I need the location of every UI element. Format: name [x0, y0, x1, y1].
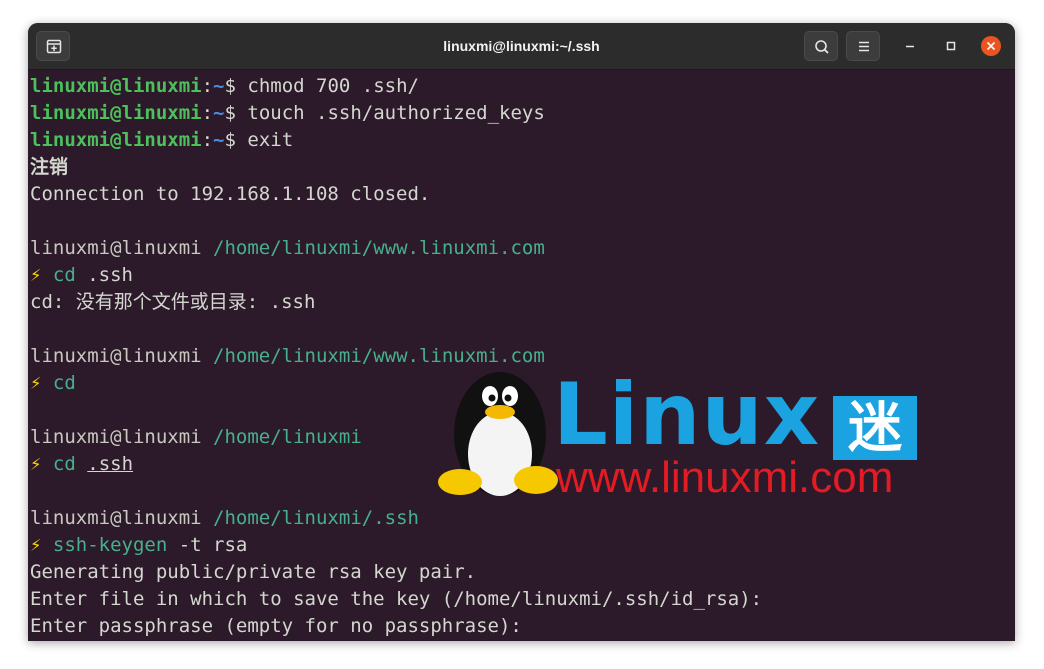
prompt-user: linuxmi@linuxmi: [30, 129, 202, 151]
bolt-icon: ⚡: [30, 534, 42, 556]
terminal-line: linuxmi@linuxmi /home/linuxmi/.ssh: [30, 505, 419, 532]
output-line: Enter file in which to save the key (/ho…: [30, 588, 763, 610]
zsh-path: /home/linuxmi/www.linuxmi.com: [213, 237, 545, 259]
command-arg: -t rsa: [167, 534, 248, 556]
logo-url-text: www.linuxmi.com: [556, 453, 894, 502]
menu-button[interactable]: [846, 31, 880, 61]
prompt-user: linuxmi@linuxmi: [30, 75, 202, 97]
prompt-colon: :: [201, 75, 214, 97]
terminal-line: ⚡ cd .ssh: [30, 451, 133, 478]
output-line: 注销: [30, 156, 69, 178]
prompt-path: ~: [213, 102, 225, 124]
terminal-line: linuxmi@linuxmi /home/linuxmi: [30, 424, 362, 451]
command-text: exit: [247, 129, 294, 151]
zsh-host: linuxmi@linuxmi: [30, 237, 202, 259]
terminal-window: linuxmi@linuxmi:~/.ssh linuxmi@linuxmi:~…: [28, 23, 1015, 641]
terminal-line: ⚡ ssh-keygen -t rsa: [30, 532, 247, 559]
zsh-host: linuxmi@linuxmi: [30, 345, 202, 367]
prompt-colon: :: [201, 129, 214, 151]
bolt-icon: ⚡: [30, 372, 42, 394]
prompt-path: ~: [213, 129, 225, 151]
prompt-colon: :: [201, 102, 214, 124]
prompt-symbol: $: [224, 75, 248, 97]
output-line: Enter passphrase (empty for no passphras…: [30, 615, 522, 637]
output-line: Generating public/private rsa key pair.: [30, 561, 477, 583]
terminal-line: ⚡ cd: [30, 370, 76, 397]
terminal-output[interactable]: linuxmi@linuxmi:~$ chmod 700 .ssh/ linux…: [28, 70, 1015, 641]
new-tab-button[interactable]: [36, 31, 70, 61]
linuxmi-watermark-logo: Linux 迷 www.linuxmi.com: [438, 362, 923, 502]
close-button[interactable]: [980, 35, 1002, 57]
zsh-path: /home/linuxmi/.ssh: [213, 507, 419, 529]
command-text: ssh-keygen: [52, 534, 168, 556]
logo-brand-cn: 迷: [833, 396, 917, 460]
prompt-symbol: $: [224, 129, 248, 151]
prompt-symbol: $: [224, 102, 248, 124]
terminal-line: linuxmi@linuxmi:~$ chmod 700 .ssh/: [30, 73, 419, 100]
command-text: touch .ssh/authorized_keys: [247, 102, 545, 124]
terminal-line: linuxmi@linuxmi:~$ exit: [30, 127, 293, 154]
terminal-line: ⚡ cd .ssh: [30, 262, 133, 289]
zsh-host: linuxmi@linuxmi: [30, 507, 202, 529]
terminal-line: linuxmi@linuxmi:~$ touch .ssh/authorized…: [30, 100, 545, 127]
prompt-path: ~: [213, 75, 225, 97]
bolt-icon: ⚡: [30, 453, 42, 475]
command-arg: .ssh: [87, 453, 134, 475]
command-text: chmod 700 .ssh/: [247, 75, 419, 97]
command-text: cd: [52, 264, 76, 286]
logo-brand-text: Linux: [553, 365, 821, 465]
terminal-line: linuxmi@linuxmi /home/linuxmi/www.linuxm…: [30, 235, 545, 262]
minimize-button[interactable]: [899, 35, 921, 57]
output-line: Connection to 192.168.1.108 closed.: [30, 183, 431, 205]
maximize-button[interactable]: [940, 35, 962, 57]
zsh-host: linuxmi@linuxmi: [30, 426, 202, 448]
search-button[interactable]: [804, 31, 838, 61]
command-text: cd: [52, 453, 76, 475]
command-arg: .ssh: [75, 264, 133, 286]
output-line: cd: 没有那个文件或目录: .ssh: [30, 291, 316, 313]
zsh-path: /home/linuxmi: [213, 426, 362, 448]
title-bar: linuxmi@linuxmi:~/.ssh: [28, 23, 1015, 70]
bolt-icon: ⚡: [30, 264, 42, 286]
prompt-user: linuxmi@linuxmi: [30, 102, 202, 124]
command-text: cd: [52, 372, 76, 394]
